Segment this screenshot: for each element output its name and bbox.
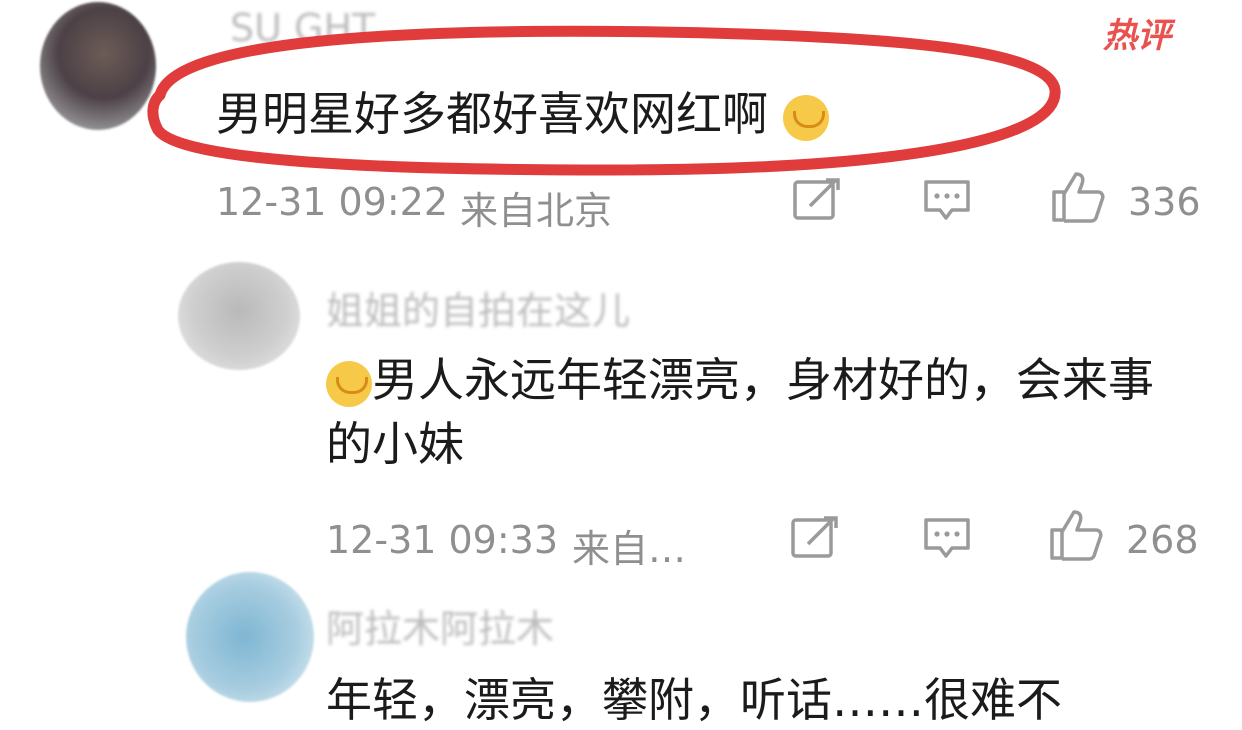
comment-icon[interactable]: [922, 176, 972, 224]
hot-comment-badge: 热评: [1103, 16, 1171, 56]
comment-timestamp: 12-31 09:22: [216, 180, 449, 224]
like-icon[interactable]: [1050, 170, 1106, 224]
user-name[interactable]: 姐姐的自拍在这儿: [326, 280, 630, 335]
user-name[interactable]: 阿拉木阿拉木: [326, 598, 554, 653]
comment-text: 男人永远年轻漂亮，身材好的，会来事的小妹: [326, 353, 1154, 471]
like-count: 336: [1128, 180, 1201, 224]
share-icon[interactable]: [792, 176, 842, 222]
like-icon[interactable]: [1048, 508, 1104, 562]
shush-emoji-icon: [326, 360, 372, 407]
share-icon[interactable]: [790, 514, 840, 560]
comment-location: 来自…: [572, 527, 687, 571]
avatar[interactable]: [40, 2, 156, 130]
like-count: 268: [1126, 518, 1199, 562]
avatar[interactable]: [186, 572, 314, 702]
comment-icon[interactable]: [922, 514, 972, 562]
comment-location: 来自北京: [460, 189, 613, 233]
crying-laugh-emoji-icon: [782, 94, 829, 141]
comment-text: 男明星好多都好喜欢网红啊: [216, 78, 829, 144]
comment-text: 年轻，漂亮，攀附，听话……很难不: [326, 673, 1062, 727]
comment-timestamp: 12-31 09:33: [326, 518, 559, 562]
avatar[interactable]: [178, 262, 300, 370]
